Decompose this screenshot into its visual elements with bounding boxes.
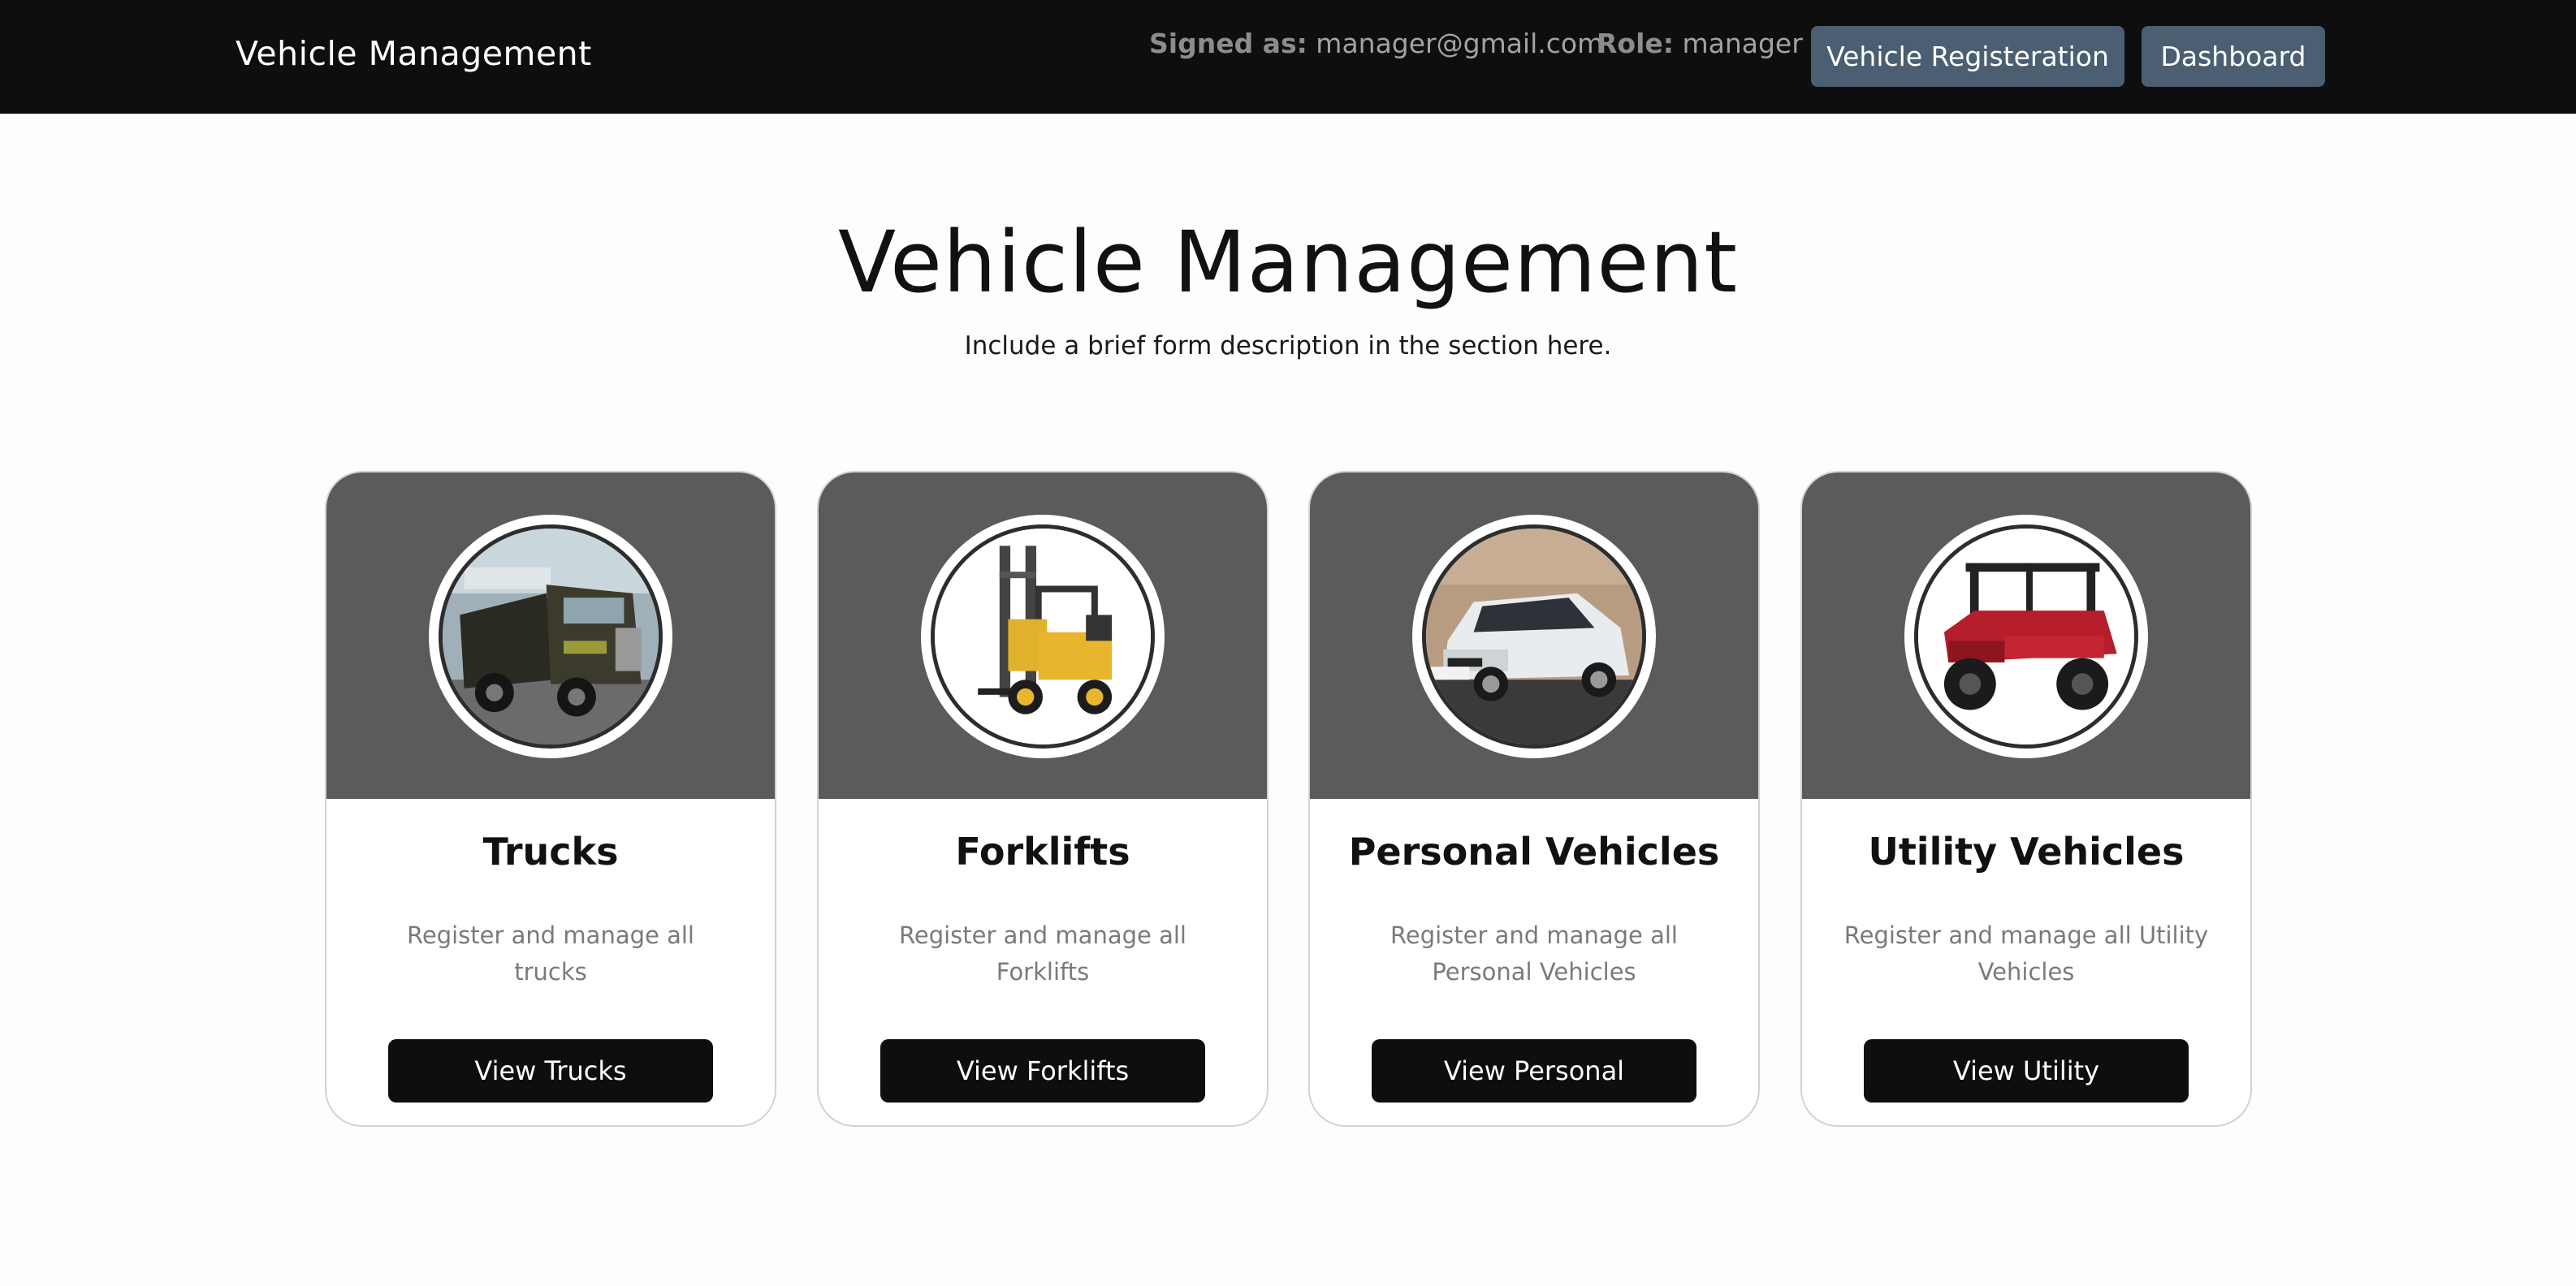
card-title: Utility Vehicles xyxy=(1868,830,2185,874)
vehicle-card-utility: Utility Vehicles Register and manage all… xyxy=(1800,471,2252,1127)
card-header xyxy=(819,473,1267,799)
page-subtitle: Include a brief form description in the … xyxy=(964,331,1612,360)
role-info: Role: manager xyxy=(1597,28,1803,59)
page-title: Vehicle Management xyxy=(837,213,1739,312)
card-description: Register and manage all trucks xyxy=(407,921,694,986)
forklift-image xyxy=(935,529,1151,744)
card-description: Register and manage all Personal Vehicle… xyxy=(1390,921,1678,986)
card-avatar xyxy=(921,515,1165,758)
view-trucks-button[interactable]: View Trucks xyxy=(388,1039,713,1103)
car-image xyxy=(1426,529,1642,744)
signed-email: manager@gmail.com xyxy=(1316,28,1604,59)
truck-image xyxy=(443,529,659,744)
vehicle-registration-button[interactable]: Vehicle Registeration xyxy=(1811,26,2124,87)
card-header xyxy=(326,473,775,799)
card-header xyxy=(1310,473,1758,799)
card-header xyxy=(1802,473,2250,799)
brand-title[interactable]: Vehicle Management xyxy=(236,34,592,73)
signed-in-info: Signed as: manager@gmail.com xyxy=(1149,28,1603,59)
card-description: Register and manage all Utility Vehicles xyxy=(1843,921,2209,986)
view-forklifts-button[interactable]: View Forklifts xyxy=(880,1039,1205,1103)
navbar: Vehicle Management Signed as: manager@gm… xyxy=(0,0,2576,114)
role-label: Role: xyxy=(1597,28,1674,59)
card-description: Register and manage all Forklifts xyxy=(899,921,1186,986)
card-title: Personal Vehicles xyxy=(1348,830,1720,874)
vehicle-card-trucks: Trucks Register and manage all trucks Vi… xyxy=(325,471,776,1127)
signed-label: Signed as: xyxy=(1149,28,1307,59)
view-utility-button[interactable]: View Utility xyxy=(1864,1039,2189,1103)
vehicle-card-personal: Personal Vehicles Register and manage al… xyxy=(1308,471,1760,1127)
vehicle-card-forklifts: Forklifts Register and manage all Forkli… xyxy=(817,471,1269,1127)
dashboard-button[interactable]: Dashboard xyxy=(2142,26,2325,87)
view-personal-button[interactable]: View Personal xyxy=(1372,1039,1696,1103)
card-title: Forklifts xyxy=(955,830,1130,874)
role-value: manager xyxy=(1682,28,1803,59)
card-title: Trucks xyxy=(482,830,619,874)
card-avatar xyxy=(1412,515,1656,758)
card-avatar xyxy=(429,515,672,758)
utility-vehicle-image xyxy=(1918,529,2134,744)
card-avatar xyxy=(1904,515,2148,758)
